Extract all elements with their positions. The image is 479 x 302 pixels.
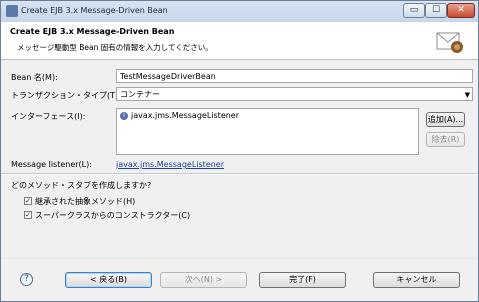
bean-name-input[interactable]: TestMessageDriverBean bbox=[116, 69, 473, 83]
superclass-constructor-label: スーパークラスからのコンストラクター(C) bbox=[35, 211, 191, 220]
finish-button[interactable]: 完了(F) bbox=[259, 272, 346, 288]
close-button[interactable]: ✕ bbox=[447, 3, 475, 18]
inherited-abstract-checkbox[interactable]: ✓ bbox=[24, 197, 32, 205]
envelope-icon bbox=[436, 32, 463, 53]
interface-icon: I bbox=[120, 112, 128, 120]
wizard-footer: ? < 戻る(B) 次へ(N) > 完了(F) キャンセル bbox=[1, 259, 478, 301]
transaction-type-label: トランザクション・タイプ(T): bbox=[11, 91, 121, 100]
inherited-abstract-label: 継承された抽象メソッド(H) bbox=[35, 197, 136, 206]
dialog-window: Create EJB 3.x Message-Driven Bean ▭ ☐ ✕… bbox=[0, 0, 479, 302]
bean-name-label: Bean 名(M): bbox=[11, 73, 58, 82]
superclass-constructor-checkbox[interactable]: ✓ bbox=[24, 211, 32, 219]
bean-name-value: TestMessageDriverBean bbox=[120, 72, 216, 81]
transaction-type-select[interactable]: コンテナー ▼ bbox=[116, 87, 473, 101]
wizard-title: Create EJB 3.x Message-Driven Bean bbox=[10, 27, 175, 36]
message-listener-link[interactable]: javax.jms.MessageListener bbox=[116, 160, 224, 169]
separator bbox=[1, 173, 478, 175]
title-bar[interactable]: Create EJB 3.x Message-Driven Bean ▭ ☐ ✕ bbox=[1, 1, 478, 22]
wizard-description: メッセージ駆動型 Bean 固有の情報を入力してください。 bbox=[17, 43, 213, 52]
maximize-button[interactable]: ☐ bbox=[425, 3, 447, 18]
minimize-button[interactable]: ▭ bbox=[403, 3, 425, 18]
app-icon bbox=[6, 5, 18, 17]
help-icon[interactable]: ? bbox=[20, 273, 33, 286]
chevron-down-icon: ▼ bbox=[464, 91, 470, 99]
next-button[interactable]: 次へ(N) > bbox=[160, 272, 247, 288]
back-button[interactable]: < 戻る(B) bbox=[65, 272, 152, 288]
wizard-header: Create EJB 3.x Message-Driven Bean メッセージ… bbox=[1, 22, 478, 60]
interface-name: javax.jms.MessageListener bbox=[131, 111, 240, 120]
message-listener-label: Message listener(L): bbox=[11, 160, 92, 169]
cancel-button[interactable]: キャンセル bbox=[373, 272, 460, 288]
transaction-type-value: コンテナー bbox=[120, 90, 160, 99]
add-interface-button[interactable]: 追加(A)... bbox=[426, 112, 465, 127]
interfaces-label: インターフェース(I): bbox=[11, 112, 86, 121]
interfaces-list[interactable]: I javax.jms.MessageListener bbox=[116, 108, 419, 155]
wizard-body: Bean 名(M): TestMessageDriverBean トランザクショ… bbox=[1, 60, 478, 258]
window-title: Create EJB 3.x Message-Driven Bean bbox=[21, 6, 168, 15]
remove-interface-button[interactable]: 除去(R) bbox=[426, 132, 465, 147]
stubs-question: どのメソッド・スタブを作成しますか? bbox=[11, 181, 152, 190]
